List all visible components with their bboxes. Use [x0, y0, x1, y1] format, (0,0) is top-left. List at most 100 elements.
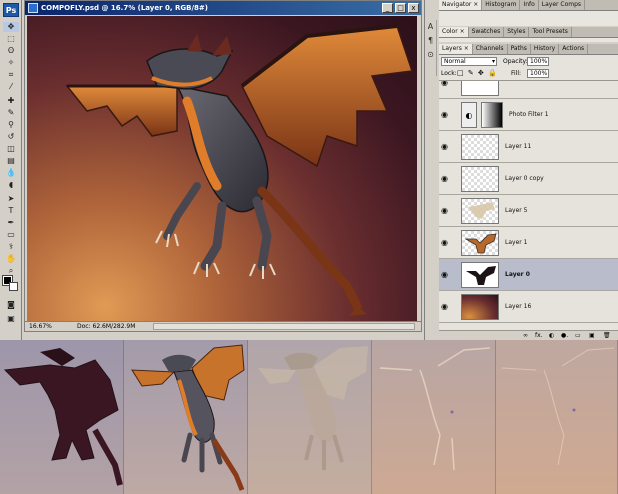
layer-row[interactable]: ◉ Layer 11 [439, 131, 618, 163]
visibility-eye-icon[interactable]: ◉ [441, 142, 450, 151]
magic-wand-icon[interactable]: ✧ [3, 58, 19, 68]
layer-row[interactable]: ◉ [439, 81, 618, 99]
navigator-panel-body [439, 11, 618, 26]
paragraph-panel-icon[interactable]: ¶ [425, 34, 436, 48]
minimize-button[interactable]: _ [382, 3, 393, 13]
layer-name: Layer 5 [505, 207, 528, 214]
hand-tool-icon[interactable]: ✋ [3, 254, 19, 264]
move-tool-icon[interactable]: ✥ [3, 22, 19, 32]
pen-tool-icon[interactable]: ✒ [3, 218, 19, 228]
brush-tool-icon[interactable]: ✎ [3, 108, 19, 118]
dodge-tool-icon[interactable]: ◖ [3, 180, 19, 190]
layer-row[interactable]: ◉ Layer 16 [439, 291, 618, 323]
tab-layers[interactable]: Layers × [439, 44, 473, 54]
background-color-swatch[interactable] [9, 282, 18, 291]
navigator-tab-row: Navigator × Histogram Info Layer Comps [439, 0, 618, 11]
screen-mode-icon[interactable]: ▣ [3, 314, 19, 324]
brushes-panel-icon[interactable]: ⊙ [425, 48, 436, 62]
layer-row[interactable]: ◉ Layer 1 [439, 227, 618, 259]
layer-row[interactable]: ◉ Layer 5 [439, 195, 618, 227]
step-frame [372, 340, 496, 494]
marquee-tool-icon[interactable]: ⬚ [3, 34, 19, 44]
slice-tool-icon[interactable]: ⁄ [3, 82, 19, 92]
maximize-button[interactable]: □ [395, 3, 406, 13]
close-button[interactable]: x [408, 3, 419, 13]
add-mask-icon[interactable]: ◐ [549, 332, 554, 339]
tab-navigator[interactable]: Navigator × [439, 0, 483, 10]
document-size: Doc: 62.6M/282.9M [77, 323, 136, 330]
tab-paths[interactable]: Paths [508, 44, 531, 54]
tab-swatches[interactable]: Swatches [469, 27, 505, 37]
tab-history[interactable]: History [531, 44, 560, 54]
horizontal-scrollbar[interactable] [153, 323, 415, 330]
layer-style-icon[interactable]: fx. [535, 332, 543, 339]
progression-strip [0, 340, 618, 494]
lasso-tool-icon[interactable]: ʘ [3, 46, 19, 56]
link-layers-icon[interactable]: ∞ [523, 332, 528, 339]
eraser-tool-icon[interactable]: ◫ [3, 144, 19, 154]
new-layer-icon[interactable]: ▣ [589, 332, 595, 339]
zoom-tool-icon[interactable]: ⌕ [3, 266, 19, 276]
healing-brush-icon[interactable]: ✚ [3, 96, 19, 106]
blur-tool-icon[interactable]: 💧 [3, 168, 19, 178]
color-panel-body [439, 38, 618, 42]
fill-field[interactable]: 100% [527, 69, 549, 78]
layer-row[interactable]: ◉ Layer 0 copy [439, 163, 618, 195]
visibility-eye-icon[interactable]: ◉ [441, 302, 450, 311]
tab-histogram[interactable]: Histogram [482, 0, 521, 10]
eyedropper-icon[interactable]: ⚕ [3, 242, 19, 252]
layer-row[interactable]: ◉ ◐ Photo Filter 1 [439, 99, 618, 131]
light-sketch-art [379, 347, 491, 471]
tab-styles[interactable]: Styles [504, 27, 530, 37]
visibility-eye-icon[interactable]: ◉ [441, 174, 450, 183]
layers-tab-row: Layers × Channels Paths History Actions [439, 44, 618, 55]
tab-channels[interactable]: Channels [473, 44, 508, 54]
image-canvas[interactable] [27, 16, 417, 322]
quick-mask-icon[interactable]: ◙ [3, 300, 19, 310]
panels-column: A ¶ ⊙ Navigator × Histogram Info Layer C… [424, 0, 618, 340]
character-panel-icon[interactable]: A [425, 20, 436, 34]
lock-icons[interactable]: □ ✎ ✥ 🔒 [457, 69, 498, 77]
tab-color[interactable]: Color × [439, 27, 469, 37]
type-tool-icon[interactable]: T [3, 206, 19, 216]
layer-thumbnail [461, 198, 499, 224]
crop-tool-icon[interactable]: ⌗ [3, 70, 19, 80]
history-brush-icon[interactable]: ↺ [3, 132, 19, 142]
layer-row-selected[interactable]: ◉ Layer 0 [439, 259, 618, 291]
opacity-field[interactable]: 100% [527, 57, 549, 66]
visibility-eye-icon[interactable]: ◉ [441, 238, 450, 247]
adjustment-layer-icon[interactable]: ●. [561, 332, 568, 339]
tab-layer-comps[interactable]: Layer Comps [539, 0, 586, 10]
zoom-level[interactable]: 16.67% [29, 323, 52, 330]
lock-label: Lock: [441, 70, 457, 77]
document-title-bar[interactable]: COMPOFLY.psd @ 16.7% (Layer 0, RGB/8#) _… [25, 1, 421, 15]
color-dragon-art [131, 344, 245, 491]
dark-silhouette-art [3, 348, 123, 486]
clone-stamp-icon[interactable]: ⚲ [3, 120, 19, 130]
tab-actions[interactable]: Actions [559, 44, 589, 54]
lock-row: Lock: □ ✎ ✥ 🔒 Fill: 100% [439, 68, 618, 79]
visibility-eye-icon[interactable]: ◉ [441, 81, 450, 87]
tab-tool-presets[interactable]: Tool Presets [529, 27, 572, 37]
document-title: COMPOFLY.psd @ 16.7% (Layer 0, RGB/8#) [41, 4, 208, 12]
blend-mode-select[interactable]: Normal [441, 57, 497, 66]
layer-thumbnail [461, 262, 499, 288]
gradient-tool-icon[interactable]: ▤ [3, 156, 19, 166]
visibility-eye-icon[interactable]: ◉ [441, 206, 450, 215]
visibility-eye-icon[interactable]: ◉ [441, 270, 450, 279]
layer-thumbnail [461, 81, 499, 96]
faded-dragon-art [258, 346, 368, 470]
step-frame [496, 340, 618, 494]
new-group-icon[interactable]: ▭ [575, 332, 581, 339]
layer-name: Layer 11 [505, 143, 532, 150]
visibility-eye-icon[interactable]: ◉ [441, 110, 450, 119]
dragon-artwork [65, 24, 414, 316]
path-selection-icon[interactable]: ➤ [3, 194, 19, 204]
trash-icon[interactable]: 🗑 [603, 332, 611, 339]
shape-tool-icon[interactable]: ▭ [3, 230, 19, 240]
layers-panel: Layers × Channels Paths History Actions … [439, 44, 618, 340]
adjustment-icon: ◐ [461, 102, 477, 128]
tab-info[interactable]: Info [520, 0, 539, 10]
layer-thumbnail [461, 134, 499, 160]
document-icon [28, 3, 38, 13]
